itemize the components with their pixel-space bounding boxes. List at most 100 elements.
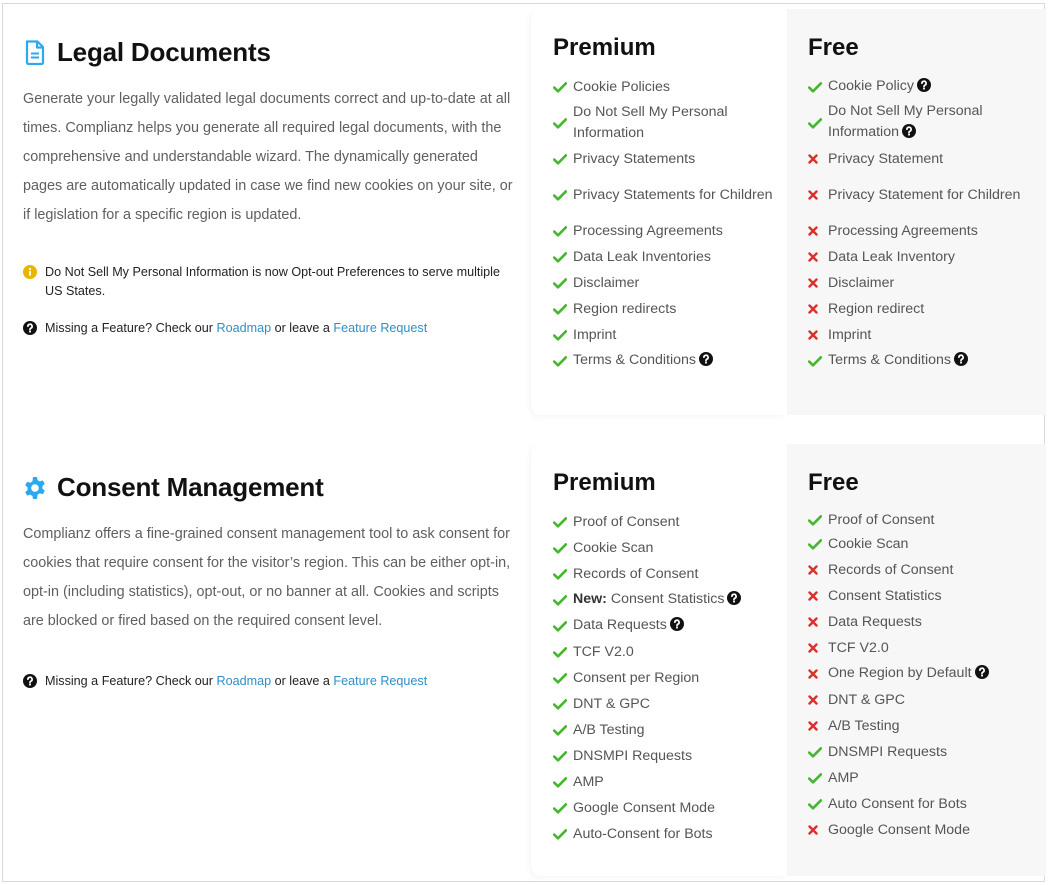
feature-item: TCF V2.0 [808, 635, 1046, 661]
help-icon[interactable] [669, 616, 684, 638]
info-notice: Do Not Sell My Personal Information is n… [23, 263, 513, 301]
feature-label: Disclaimer [828, 274, 895, 291]
feature-item: TCF V2.0 [553, 639, 787, 665]
help-icon[interactable] [699, 351, 714, 373]
premium-feature-list: Cookie Policies Do Not Sell My Personal I… [553, 74, 787, 374]
feature-item: Do Not Sell My Personal Information [808, 100, 1046, 146]
feature-label: Auto-Consent for Bots [573, 825, 713, 842]
cross-icon [808, 695, 828, 705]
cross-icon [808, 190, 828, 200]
feature-label: AMP [828, 769, 859, 786]
check-icon [808, 514, 828, 526]
cross-icon [808, 304, 828, 314]
check-icon [553, 828, 573, 840]
feature-item: Processing Agreements [553, 218, 787, 244]
help-icon[interactable] [916, 77, 931, 99]
feature-item: Disclaimer [553, 270, 787, 296]
feature-item: Auto-Consent for Bots [553, 821, 787, 847]
roadmap-link[interactable]: Roadmap [217, 674, 272, 688]
feature-item: Data Leak Inventories [553, 244, 787, 270]
feature-item: Proof of Consent [808, 509, 1046, 531]
cross-icon [808, 669, 828, 679]
feature-label: Imprint [573, 326, 617, 343]
cross-icon [808, 591, 828, 601]
check-icon [553, 750, 573, 762]
feature-item: Cookie Scan [808, 531, 1046, 557]
feature-label: Privacy Statement for Children [828, 186, 1021, 203]
cross-icon [808, 643, 828, 653]
feature-request-link[interactable]: Feature Request [333, 674, 427, 688]
feature-label: DNT & GPC [828, 691, 905, 708]
feature-item: AMP [808, 765, 1046, 791]
check-icon [553, 117, 573, 129]
plan-comparison: Premium Proof of Consent Cookie Scan Recor… [531, 444, 1046, 876]
feature-item: Imprint [808, 322, 1046, 348]
check-icon [553, 594, 573, 606]
free-feature-list: Proof of Consent Cookie Scan Records of Co… [808, 509, 1046, 843]
check-icon [808, 355, 828, 367]
feature-item: Privacy Statements [553, 146, 787, 172]
feature-label: Data Leak Inventories [573, 248, 712, 265]
premium-heading: Premium [553, 469, 656, 496]
gear-icon [23, 475, 47, 501]
feature-label: Cookie Policy [828, 77, 914, 94]
help-icon[interactable] [901, 124, 916, 145]
feature-label: Cookie Scan [573, 539, 654, 556]
cross-icon [808, 825, 828, 835]
check-icon [553, 516, 573, 528]
missing-feature-middle: or leave a [271, 321, 334, 335]
check-icon [553, 542, 573, 554]
help-icon[interactable] [974, 664, 989, 686]
feature-item: Cookie Policies [553, 74, 787, 100]
check-icon [808, 117, 828, 129]
free-heading: Free [808, 34, 859, 61]
check-icon [553, 698, 573, 710]
feature-item: Processing Agreements [808, 218, 1046, 244]
feature-item: Data Requests [553, 613, 787, 639]
check-icon [808, 81, 828, 93]
feature-item: Privacy Statement [808, 146, 1046, 172]
cross-icon [808, 617, 828, 627]
roadmap-link[interactable]: Roadmap [217, 321, 272, 335]
feature-item: Cookie Policy [808, 74, 1046, 100]
section-title: Consent Management [57, 472, 324, 502]
missing-feature-middle: or leave a [271, 674, 334, 688]
check-icon [553, 620, 573, 632]
check-icon [808, 772, 828, 784]
info-icon [23, 265, 37, 279]
feature-label: Records of Consent [828, 561, 954, 578]
feature-label: Consent Statistics [610, 590, 725, 607]
check-icon [808, 798, 828, 810]
feature-label: Imprint [828, 326, 872, 343]
help-icon[interactable] [727, 590, 742, 612]
help-icon[interactable] [954, 351, 969, 373]
premium-column: Premium Cookie Policies Do Not Sell My Pe… [531, 9, 787, 415]
check-icon [808, 538, 828, 550]
check-icon [553, 802, 573, 814]
cross-icon [808, 565, 828, 575]
section-header: Legal Documents [23, 37, 513, 68]
feature-item: Privacy Statement for Children [808, 172, 1046, 218]
feature-label: Google Consent Mode [828, 821, 970, 838]
missing-feature-note: Missing a Feature? Check our Roadmap or … [23, 672, 513, 691]
feature-item: AMP [553, 769, 787, 795]
feature-label: Proof of Consent [828, 511, 935, 528]
feature-request-link[interactable]: Feature Request [333, 321, 427, 335]
feature-label: Privacy Statement [828, 150, 944, 167]
feature-item: Google Consent Mode [808, 817, 1046, 843]
feature-label: DNSMPI Requests [573, 747, 693, 764]
cross-icon [808, 721, 828, 731]
premium-column: Premium Proof of Consent Cookie Scan Recor… [531, 444, 787, 876]
feature-label: Terms & Conditions [828, 351, 952, 368]
feature-label: One Region by Default [828, 664, 972, 681]
check-icon [553, 251, 573, 263]
check-icon [553, 225, 573, 237]
feature-item: Google Consent Mode [553, 795, 787, 821]
check-icon [553, 189, 573, 201]
check-icon [553, 153, 573, 165]
question-circle-icon [23, 674, 37, 688]
missing-feature-note: Missing a Feature? Check our Roadmap or … [23, 319, 513, 338]
feature-label: Proof of Consent [573, 513, 680, 530]
feature-item: Cookie Scan [553, 535, 787, 561]
feature-label: Google Consent Mode [573, 799, 715, 816]
